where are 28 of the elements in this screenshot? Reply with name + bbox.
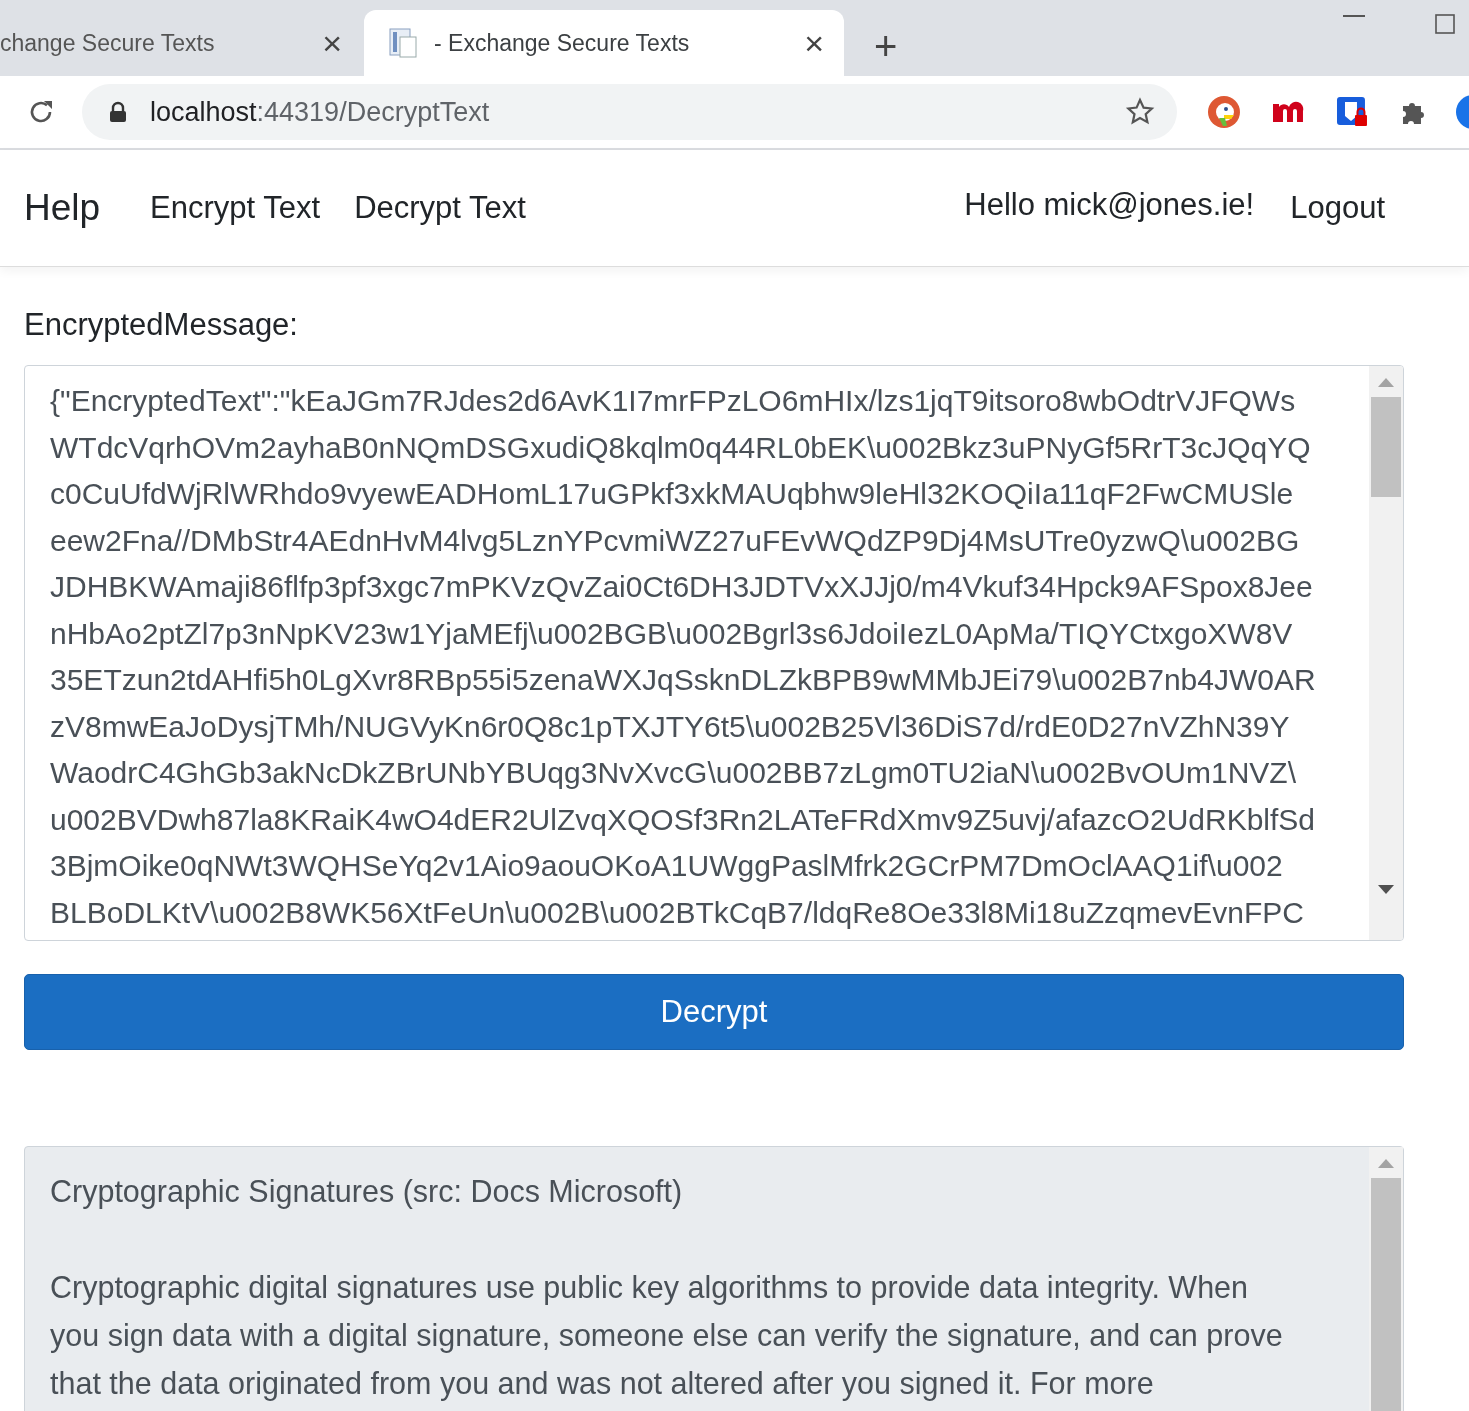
greeting-link[interactable]: Hello mick@jones.ie! [964, 187, 1255, 223]
close-icon[interactable]: × [322, 26, 342, 60]
logout-link[interactable]: Logout [1290, 190, 1385, 226]
nav-link[interactable]: Encrypt Text [150, 190, 321, 226]
tab-title: - Exchange Secure Texts [434, 29, 691, 57]
maximize-icon[interactable] [1435, 14, 1455, 34]
scrollbar[interactable] [1369, 1147, 1403, 1411]
field-label: EncryptedMessage: [24, 307, 299, 343]
brand-link[interactable]: Help [24, 187, 101, 229]
lock-icon [107, 101, 128, 123]
nav-link[interactable]: Decrypt Text [354, 190, 526, 226]
duck-icon[interactable] [1207, 95, 1242, 129]
browser-tab[interactable]: change Secure Texts × [0, 10, 362, 76]
tab-title: change Secure Texts [0, 29, 216, 57]
url-text: localhost:44319/DecryptText [149, 96, 491, 128]
minimize-icon[interactable] [1343, 14, 1365, 18]
info-title: Cryptographic Signatures (src: Docs Microsoft) [50, 1173, 684, 1211]
new-tab-button[interactable]: + [874, 26, 898, 66]
address-bar[interactable]: localhost:44319/DecryptText [81, 84, 1178, 140]
close-icon[interactable]: × [804, 26, 824, 60]
document-icon [388, 27, 418, 59]
browser-tab[interactable]: - Exchange Secure Texts × [364, 10, 844, 76]
avatar-icon[interactable] [1455, 94, 1469, 130]
star-icon[interactable] [1125, 97, 1156, 127]
decrypt-button[interactable]: Decrypt [24, 974, 1404, 1050]
m-logo-icon[interactable] [1271, 100, 1306, 124]
info-paragraph: Cryptographic digital signatures use public key algorithms to provide data integrity. When you sign data with a digital signature, someone else can verify the signature, and can prove that the data originated from you and was not altered after you signed it. For more [50, 1269, 1284, 1403]
shield-lock-icon[interactable] [1335, 95, 1369, 129]
